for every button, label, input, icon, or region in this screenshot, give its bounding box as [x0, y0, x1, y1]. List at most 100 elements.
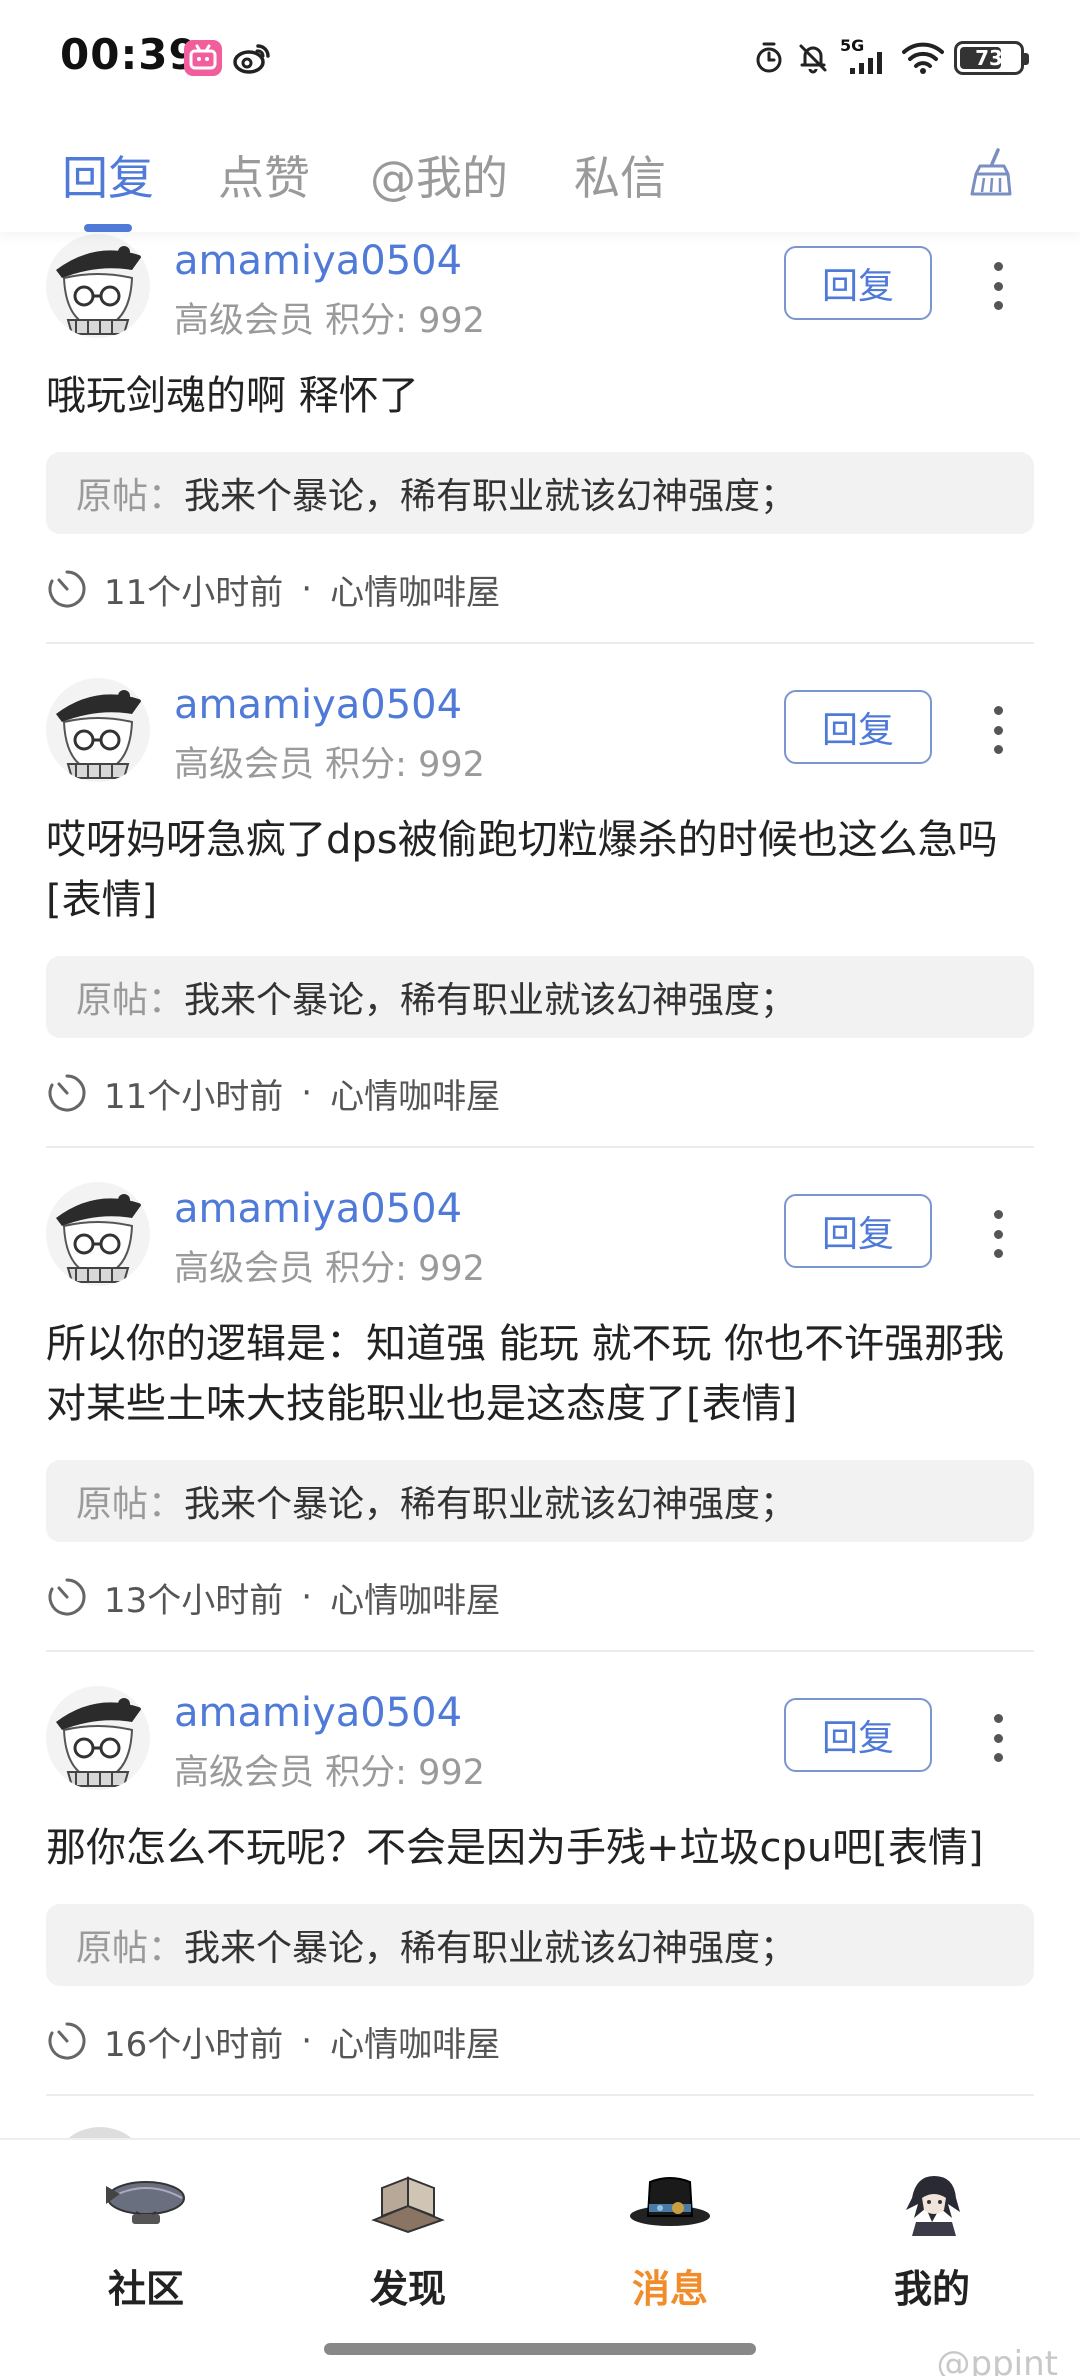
- post-meta: 13个小时前 · 心情咖啡屋: [46, 1572, 500, 1622]
- more-options-icon[interactable]: [978, 700, 1018, 760]
- reply-feed: amamiya0504 高级会员 积分: 992 回复 哦玩剑魂的啊 释怀了 原…: [0, 232, 1080, 2138]
- quote-text: 我来个暴论，稀有职业就该幻神强度；: [184, 476, 797, 517]
- mute-bell-icon: [799, 44, 827, 74]
- more-options-icon[interactable]: [978, 1708, 1018, 1768]
- clock-icon: [48, 570, 86, 608]
- profile-character-icon: [906, 2176, 960, 2236]
- original-post-quote[interactable]: 原帖： 我来个暴论，稀有职业就该幻神强度；: [46, 1460, 1034, 1542]
- member-points: 积分: 992: [325, 745, 485, 785]
- alarm-icon: [756, 42, 782, 73]
- quote-label: 原帖：: [76, 1928, 185, 1969]
- reply-text: 哦玩剑魂的啊 释怀了: [46, 373, 419, 419]
- member-level: 高级会员: [174, 1753, 315, 1793]
- clock-icon: [48, 1578, 86, 1616]
- post-time: 11个小时前: [104, 1076, 284, 1117]
- forum-name[interactable]: 心情咖啡屋: [330, 2017, 500, 2066]
- clock-icon: [48, 2022, 86, 2060]
- divider: [46, 642, 1034, 644]
- original-post-quote[interactable]: 原帖： 我来个暴论，稀有职业就该幻神强度；: [46, 1904, 1034, 1986]
- nav-community[interactable]: 社区: [46, 2162, 246, 2322]
- tab-replies[interactable]: 回复: [62, 142, 154, 208]
- nav-profile-label: 我的: [893, 2267, 970, 2311]
- avatar[interactable]: [46, 234, 150, 338]
- more-options-icon[interactable]: [978, 256, 1018, 316]
- reply-text: 那你怎么不玩呢？不会是因为手残+垃圾cpu吧[表情]: [46, 1825, 984, 1871]
- bottom-navigation: 社区 发现 消息 我的: [0, 2138, 1080, 2376]
- quote-label: 原帖：: [76, 476, 185, 517]
- username[interactable]: amamiya0504: [174, 238, 462, 284]
- post-meta: 16个小时前 · 心情咖啡屋: [46, 2016, 500, 2066]
- nav-messages[interactable]: 消息: [570, 2162, 770, 2322]
- discover-book-icon: [371, 2176, 445, 2234]
- meta-separator: ·: [301, 569, 313, 609]
- clock-icon: [48, 1074, 86, 1112]
- meta-separator: ·: [301, 2021, 313, 2061]
- divider: [46, 2094, 1034, 2096]
- member-points: 积分: 992: [325, 301, 485, 341]
- next-avatar-partial[interactable]: [50, 2127, 150, 2138]
- user-meta: 高级会员 积分: 992: [174, 1240, 485, 1291]
- post-meta: 11个小时前 · 心情咖啡屋: [46, 564, 500, 614]
- cellular-signal-icon: 5G: [840, 36, 892, 78]
- reply-card[interactable]: amamiya0504 高级会员 积分: 992 回复 哦玩剑魂的啊 释怀了 原…: [0, 232, 1080, 644]
- nav-discover-label: 发现: [369, 2267, 446, 2311]
- weibo-app-icon: [232, 40, 272, 76]
- original-post-quote[interactable]: 原帖： 我来个暴论，稀有职业就该幻神强度；: [46, 956, 1034, 1038]
- reply-button[interactable]: 回复: [784, 246, 932, 320]
- avatar[interactable]: [46, 678, 150, 782]
- member-level: 高级会员: [174, 1249, 315, 1289]
- reply-card[interactable]: amamiya0504 高级会员 积分: 992 回复 那你怎么不玩呢？不会是因…: [0, 1684, 1080, 2128]
- meta-separator: ·: [301, 1073, 313, 1113]
- wifi-icon: [902, 42, 944, 74]
- nav-community-label: 社区: [107, 2267, 184, 2311]
- nav-profile[interactable]: 我的: [832, 2162, 1032, 2322]
- member-points: 积分: 992: [325, 1753, 485, 1793]
- reply-text: 所以你的逻辑是：知道强 能玩 就不玩 你也不许强那我对某些土味大技能职业也是这态…: [46, 1321, 1005, 1427]
- tab-likes[interactable]: 点赞: [218, 142, 310, 208]
- original-post-quote[interactable]: 原帖： 我来个暴论，稀有职业就该幻神强度；: [46, 452, 1034, 534]
- quote-label: 原帖：: [76, 1484, 185, 1525]
- divider: [46, 1146, 1034, 1148]
- forum-name[interactable]: 心情咖啡屋: [330, 1069, 500, 1118]
- battery-icon: 73: [954, 41, 1029, 75]
- reply-button[interactable]: 回复: [784, 690, 932, 764]
- user-meta: 高级会员 积分: 992: [174, 292, 485, 343]
- nav-messages-label: 消息: [631, 2267, 708, 2311]
- nav-discover[interactable]: 发现: [308, 2162, 508, 2322]
- user-meta: 高级会员 积分: 992: [174, 736, 485, 787]
- username[interactable]: amamiya0504: [174, 1690, 462, 1736]
- post-time: 11个小时前: [104, 572, 284, 613]
- bilibili-app-icon: [184, 40, 222, 76]
- username[interactable]: amamiya0504: [174, 1186, 462, 1232]
- tab-mentions[interactable]: @我的: [370, 142, 508, 208]
- more-options-icon[interactable]: [978, 1204, 1018, 1264]
- post-time: 16个小时前: [104, 2024, 284, 2065]
- status-indicators: 5G 73: [752, 36, 1029, 80]
- post-meta: 11个小时前 · 心情咖啡屋: [46, 1068, 500, 1118]
- forum-name[interactable]: 心情咖啡屋: [330, 1573, 500, 1622]
- quote-text: 我来个暴论，稀有职业就该幻神强度；: [184, 1928, 797, 1969]
- avatar[interactable]: [46, 1182, 150, 1286]
- username[interactable]: amamiya0504: [174, 682, 462, 728]
- status-time: 00:39: [60, 30, 199, 79]
- battery-cap: [1024, 53, 1029, 65]
- forum-name[interactable]: 心情咖啡屋: [330, 565, 500, 614]
- reply-card[interactable]: amamiya0504 高级会员 积分: 992 回复 所以你的逻辑是：知道强 …: [0, 1180, 1080, 1684]
- reply-text: 哎呀妈呀急疯了dps被偷跑切粒爆杀的时候也这么急吗[表情]: [46, 817, 998, 923]
- user-meta: 高级会员 积分: 992: [174, 1744, 485, 1795]
- reply-button[interactable]: 回复: [784, 1698, 932, 1772]
- reply-button[interactable]: 回复: [784, 1194, 932, 1268]
- watermark: @ppint: [936, 2344, 1059, 2376]
- reply-card[interactable]: amamiya0504 高级会员 积分: 992 回复 哎呀妈呀急疯了dps被偷…: [0, 676, 1080, 1180]
- quote-text: 我来个暴论，稀有职业就该幻神强度；: [184, 980, 797, 1021]
- member-level: 高级会员: [174, 301, 315, 341]
- message-tabs: 回复 点赞 @我的 私信: [0, 120, 1080, 232]
- home-indicator[interactable]: [324, 2343, 756, 2355]
- active-tab-indicator: [84, 224, 132, 232]
- clear-broom-icon[interactable]: [964, 144, 1020, 200]
- tab-private-messages[interactable]: 私信: [574, 142, 666, 208]
- avatar[interactable]: [46, 1686, 150, 1790]
- post-time: 13个小时前: [104, 1580, 284, 1621]
- battery-level: 73: [975, 46, 1003, 70]
- quote-text: 我来个暴论，稀有职业就该幻神强度；: [184, 1484, 797, 1525]
